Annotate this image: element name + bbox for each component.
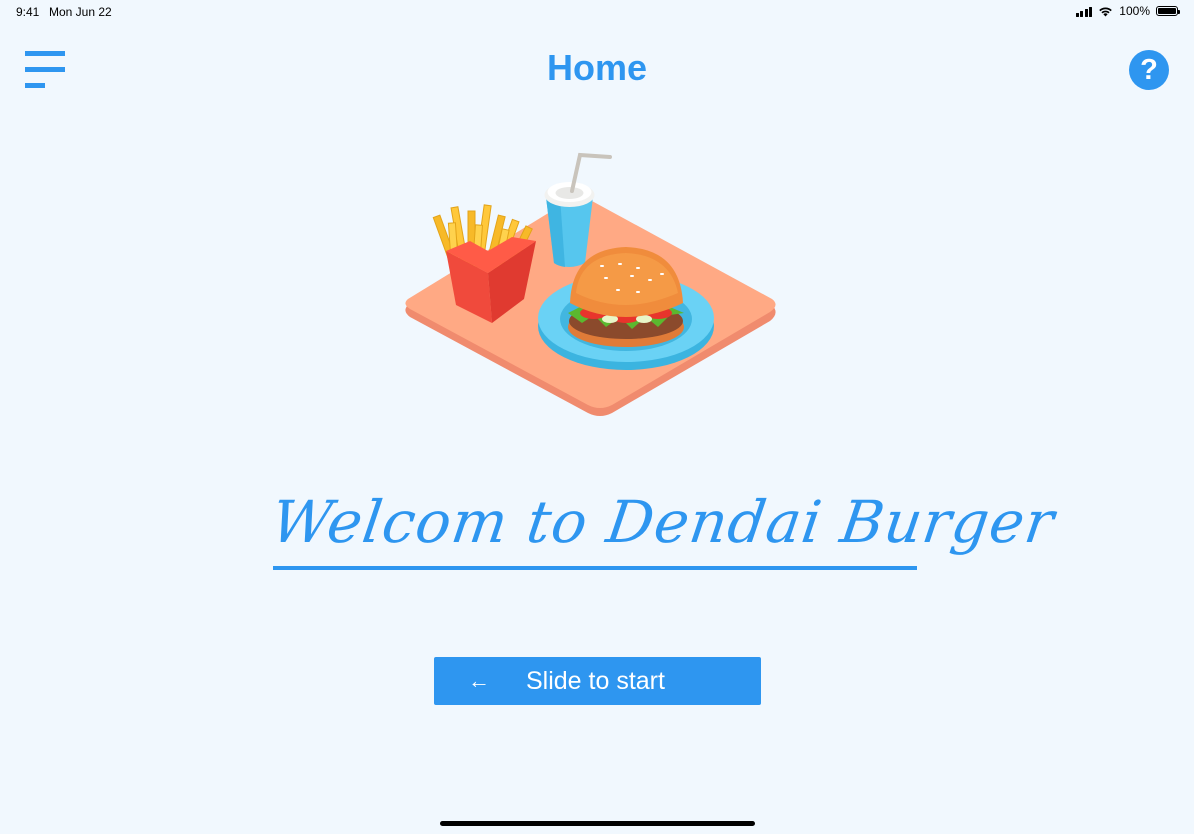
status-indicators: 100% <box>1075 4 1180 18</box>
welcome-underline <box>273 566 917 570</box>
arrow-left-icon: ← <box>468 668 490 693</box>
battery-percentage: 100% <box>1119 4 1150 18</box>
status-time: 9:41 <box>16 5 40 19</box>
status-date: Mon Jun 22 <box>49 5 112 19</box>
welcome-text: Welcom to Dendai Burger <box>267 488 1059 556</box>
home-indicator[interactable] <box>440 821 755 826</box>
slide-button-label: Slide to start <box>526 667 665 695</box>
cellular-signal-icon <box>1075 6 1093 17</box>
question-mark-icon: ? <box>1140 53 1158 86</box>
page-title: Home <box>546 47 648 88</box>
battery-icon <box>1156 6 1180 16</box>
status-bar: 9:41 Mon Jun 22 100% <box>0 0 1194 24</box>
wifi-icon <box>1099 7 1113 16</box>
home-screen: 9:41 Mon Jun 22 100% Home ? Welcom to De… <box>0 0 1194 834</box>
burger-fries-drink-tray-illustration <box>405 152 776 416</box>
slide-to-start-button[interactable]: ← Slide to start <box>434 657 761 705</box>
help-button[interactable]: ? <box>1129 50 1169 90</box>
welcome-banner: Welcom to Dendai Burger <box>267 478 1059 608</box>
